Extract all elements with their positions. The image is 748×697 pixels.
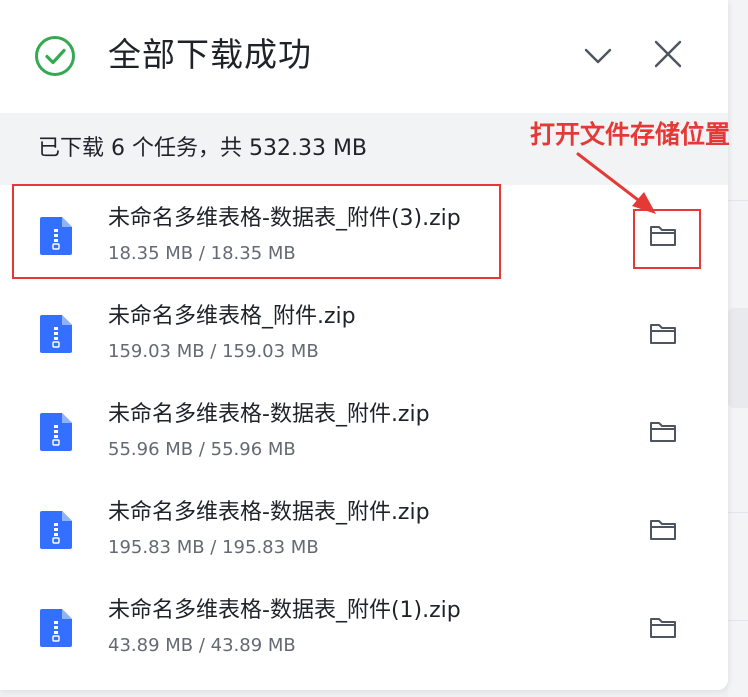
download-item[interactable]: 未命名多维表格-数据表_附件.zip 195.83 MB / 195.83 MB xyxy=(0,479,728,577)
file-name: 未命名多维表格-数据表_附件(1).zip xyxy=(108,598,461,623)
folder-icon[interactable] xyxy=(648,517,678,543)
folder-icon[interactable] xyxy=(648,419,678,445)
file-name: 未命名多维表格-数据表_附件.zip xyxy=(108,402,430,427)
zip-file-icon xyxy=(40,511,72,549)
background-block xyxy=(728,308,748,408)
annotation-label: 打开文件存储位置 xyxy=(530,120,731,149)
summary-text: 已下载 6 个任务，共 532.33 MB xyxy=(38,136,368,161)
file-size: 55.96 MB / 55.96 MB xyxy=(108,439,296,460)
divider xyxy=(728,620,748,621)
download-item[interactable]: 未命名多维表格-数据表_附件(1).zip 43.89 MB / 43.89 M… xyxy=(0,577,728,675)
zip-file-icon xyxy=(40,609,72,647)
download-item[interactable]: 未命名多维表格_附件.zip 159.03 MB / 159.03 MB xyxy=(0,283,728,381)
file-name: 未命名多维表格-数据表_附件.zip xyxy=(108,500,430,525)
download-item[interactable]: 未命名多维表格-数据表_附件.zip 55.96 MB / 55.96 MB xyxy=(0,381,728,479)
folder-icon[interactable] xyxy=(648,321,678,347)
panel-header: 全部下载成功 xyxy=(0,0,728,112)
file-size: 159.03 MB / 159.03 MB xyxy=(108,341,319,362)
divider xyxy=(728,200,748,201)
file-size: 195.83 MB / 195.83 MB xyxy=(108,537,319,558)
check-circle-icon xyxy=(35,36,75,76)
folder-icon[interactable] xyxy=(648,615,678,641)
annotation-arrow-icon xyxy=(576,152,656,214)
file-name: 未命名多维表格_附件.zip xyxy=(108,304,356,329)
divider xyxy=(728,512,748,513)
file-size: 43.89 MB / 43.89 MB xyxy=(108,635,296,656)
zip-file-icon xyxy=(40,413,72,451)
close-icon[interactable] xyxy=(652,38,684,70)
annotation-highlight-box xyxy=(12,184,501,279)
download-panel: 全部下载成功 已下载 6 个任务，共 532.33 MB 未命名多维表格-数据表… xyxy=(0,0,728,690)
zip-file-icon xyxy=(40,315,72,353)
background-strip xyxy=(728,0,748,697)
chevron-down-icon[interactable] xyxy=(582,40,614,72)
panel-title: 全部下载成功 xyxy=(108,35,312,74)
